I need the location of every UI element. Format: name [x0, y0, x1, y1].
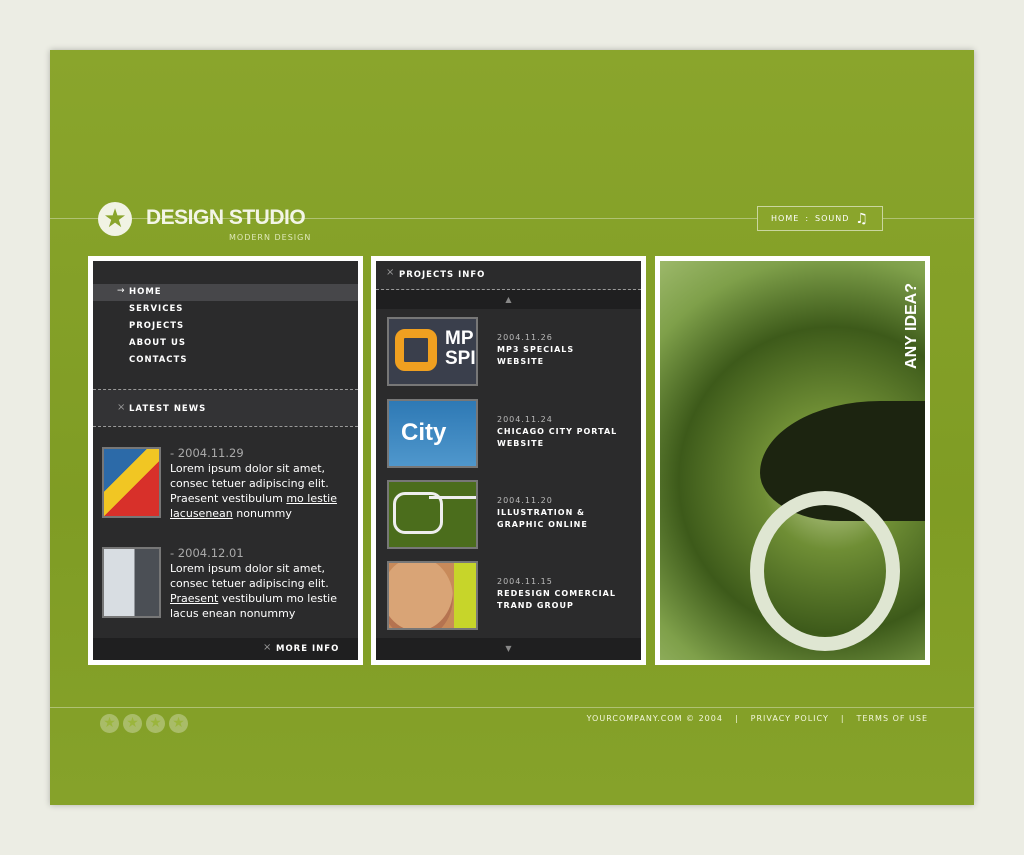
project-thumbnail[interactable]: City — [387, 399, 478, 468]
promo-image[interactable]: ANY IDEA? — [660, 261, 925, 660]
star-icon: ★ — [146, 714, 165, 733]
footer-links: YOURCOMPANY.COM © 2004 | PRIVACY POLICY … — [587, 714, 928, 723]
divider — [93, 426, 358, 427]
projects-heading: PROJECTS INFO — [399, 270, 486, 280]
left-panel: → HOME SERVICES PROJECTS ABOUT US CONTAC… — [88, 256, 363, 665]
news-link[interactable]: lacusenean — [170, 507, 233, 520]
project-title[interactable]: WEBSITE — [497, 438, 617, 450]
top-nav-sound[interactable]: SOUND — [815, 214, 849, 223]
project-title[interactable]: WEBSITE — [497, 356, 574, 368]
menu-item-about-us[interactable]: ABOUT US — [129, 338, 186, 348]
brand-subtitle: MODERN DESIGN — [229, 233, 312, 242]
news-text: lacus enean nonummy — [170, 607, 296, 620]
top-nav: HOME : SOUND ♫ — [757, 206, 883, 231]
news-thumbnail[interactable] — [102, 447, 161, 518]
project-item[interactable]: MP SPI 2004.11.26 MP3 SPECIALS WEBSITE — [387, 317, 637, 387]
privacy-policy-link[interactable]: PRIVACY POLICY — [751, 714, 829, 723]
news-date: - 2004.11.29 — [170, 446, 244, 460]
news-text: consec tetuer adipiscing elit. — [170, 477, 329, 490]
footer-stars: ★ ★ ★ ★ — [100, 714, 188, 733]
star-icon: ★ — [100, 714, 119, 733]
close-x-icon: × — [386, 267, 395, 278]
news-text: Lorem ipsum dolor sit amet, — [170, 462, 326, 475]
news-thumbnail[interactable] — [102, 547, 161, 618]
footer-divider — [50, 707, 974, 708]
news-item: - 2004.12.01 Lorem ipsum dolor sit amet,… — [93, 546, 358, 626]
menu-item-services[interactable]: SERVICES — [129, 304, 183, 314]
project-title[interactable]: REDESIGN COMERCIAL — [497, 588, 616, 600]
project-date: 2004.11.26 — [497, 333, 553, 342]
project-date: 2004.11.15 — [497, 577, 553, 586]
logo-star-icon: ★ — [98, 202, 132, 236]
project-date: 2004.11.20 — [497, 496, 553, 505]
separator: | — [840, 714, 845, 723]
terms-of-use-link[interactable]: TERMS OF USE — [857, 714, 928, 723]
news-text: nonummy — [232, 507, 292, 520]
scroll-down-arrow-icon[interactable]: ▼ — [376, 638, 641, 660]
project-thumbnail[interactable] — [387, 480, 478, 549]
promo-panel: ANY IDEA? — [655, 256, 930, 665]
project-date: 2004.11.24 — [497, 415, 553, 424]
more-info-bar[interactable]: × MORE INFO — [93, 638, 358, 660]
menu-item-contacts[interactable]: CONTACTS — [129, 355, 187, 365]
project-title[interactable]: MP3 SPECIALS — [497, 344, 574, 356]
copyright: YOURCOMPANY.COM © 2004 — [586, 714, 723, 723]
news-link[interactable]: mo lestie — [286, 492, 337, 505]
star-icon: ★ — [123, 714, 142, 733]
scroll-up-arrow-icon[interactable]: ▲ — [376, 290, 641, 309]
project-thumbnail[interactable] — [387, 561, 478, 630]
music-note-icon[interactable]: ♫ — [855, 211, 869, 227]
news-text: vestibulum mo lestie — [218, 592, 337, 605]
project-thumbnail[interactable]: MP SPI — [387, 317, 478, 386]
separator: | — [734, 714, 739, 723]
projects-panel: × PROJECTS INFO ▲ MP SPI 2004.11.26 MP3 S… — [371, 256, 646, 665]
news-text: Praesent vestibulum — [170, 492, 287, 505]
close-x-icon: × — [263, 642, 272, 653]
news-text: consec tetuer adipiscing elit. — [170, 577, 329, 590]
news-text: Lorem ipsum dolor sit amet, — [170, 562, 326, 575]
top-nav-separator: : — [805, 214, 810, 223]
site-frame: ★ DESIGN STUDIO MODERN DESIGN HOME : SOU… — [50, 50, 974, 805]
star-icon: ★ — [169, 714, 188, 733]
brand-title: DESIGN STUDIO — [146, 206, 306, 229]
menu-item-projects[interactable]: PROJECTS — [129, 321, 184, 331]
project-title[interactable]: TRAND GROUP — [497, 600, 616, 612]
news-item: - 2004.11.29 Lorem ipsum dolor sit amet,… — [93, 446, 358, 526]
more-info-link[interactable]: MORE INFO — [276, 644, 339, 654]
project-title[interactable]: GRAPHIC ONLINE — [497, 519, 588, 531]
project-item[interactable]: City 2004.11.24 CHICAGO CITY PORTAL WEBSIT… — [387, 399, 637, 469]
top-nav-home[interactable]: HOME — [771, 214, 799, 223]
project-item[interactable]: 2004.11.20 ILLUSTRATION & GRAPHIC ONLINE — [387, 480, 637, 550]
promo-text: ANY IDEA? — [903, 283, 920, 369]
project-title[interactable]: CHICAGO CITY PORTAL — [497, 426, 617, 438]
menu-item-home[interactable]: HOME — [129, 287, 162, 297]
latest-news-heading: LATEST NEWS — [129, 404, 207, 414]
project-title[interactable]: ILLUSTRATION & — [497, 507, 588, 519]
arrow-right-icon: → — [117, 286, 125, 296]
project-item[interactable]: 2004.11.15 REDESIGN COMERCIAL TRAND GROUP — [387, 561, 637, 631]
close-x-icon: × — [117, 402, 126, 413]
news-date: - 2004.12.01 — [170, 546, 244, 560]
news-link[interactable]: Praesent — [170, 592, 218, 605]
